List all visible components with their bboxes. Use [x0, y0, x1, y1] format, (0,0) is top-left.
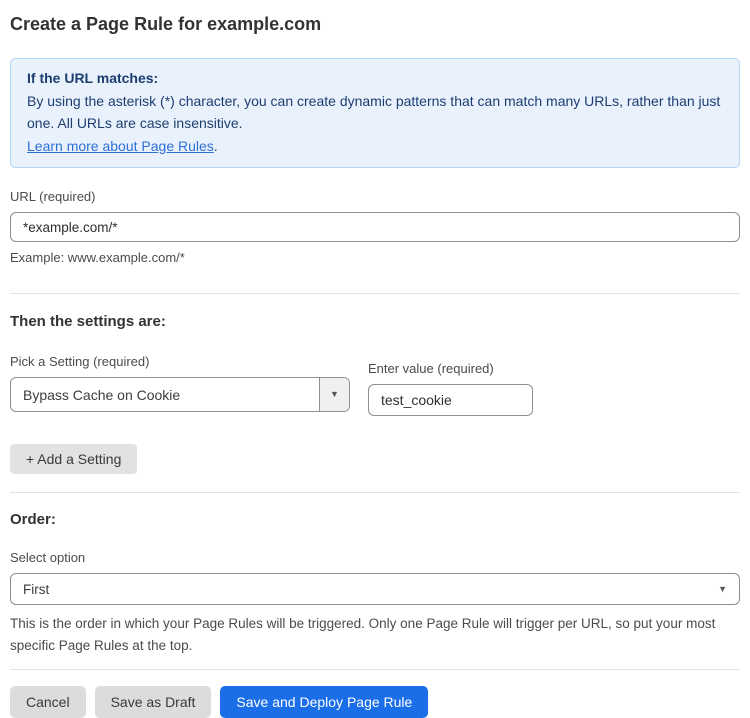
- pick-setting-label: Pick a Setting (required): [10, 354, 350, 369]
- add-setting-button[interactable]: + Add a Setting: [10, 444, 137, 474]
- url-label: URL (required): [10, 189, 740, 204]
- save-draft-button[interactable]: Save as Draft: [95, 686, 212, 718]
- order-select-label: Select option: [10, 550, 740, 565]
- save-deploy-button[interactable]: Save and Deploy Page Rule: [220, 686, 428, 718]
- setting-picker-column: Pick a Setting (required) Bypass Cache o…: [10, 354, 350, 412]
- chevron-down-icon: ▼: [718, 585, 727, 594]
- setting-select-arrow-button[interactable]: ▼: [319, 378, 349, 411]
- section-divider: [10, 492, 740, 493]
- info-box-link-line: Learn more about Page Rules.: [27, 135, 723, 158]
- setting-select-value: Bypass Cache on Cookie: [11, 387, 319, 403]
- url-input[interactable]: [10, 212, 740, 242]
- setting-select[interactable]: Bypass Cache on Cookie ▼: [10, 377, 350, 412]
- info-box-heading: If the URL matches:: [27, 67, 723, 90]
- footer-divider: [10, 669, 740, 670]
- enter-value-label: Enter value (required): [368, 361, 533, 376]
- section-divider: [10, 293, 740, 294]
- url-match-info-box: If the URL matches: By using the asteris…: [10, 58, 740, 168]
- order-select[interactable]: First ▼: [10, 573, 740, 605]
- footer-actions: Cancel Save as Draft Save and Deploy Pag…: [10, 686, 740, 718]
- setting-value-input[interactable]: [368, 384, 533, 416]
- url-example-helper: Example: www.example.com/*: [10, 250, 740, 265]
- settings-row: Pick a Setting (required) Bypass Cache o…: [10, 354, 740, 416]
- create-page-rule-form: Create a Page Rule for example.com If th…: [0, 0, 750, 718]
- order-section-heading: Order:: [10, 511, 740, 528]
- settings-section-heading: Then the settings are:: [10, 313, 740, 330]
- chevron-down-icon: ▼: [330, 390, 339, 399]
- order-select-value: First: [11, 582, 718, 597]
- setting-value-column: Enter value (required): [368, 361, 533, 416]
- link-suffix-text: .: [214, 138, 218, 154]
- cancel-button[interactable]: Cancel: [10, 686, 86, 718]
- page-title: Create a Page Rule for example.com: [10, 14, 740, 35]
- info-box-body: By using the asterisk (*) character, you…: [27, 90, 723, 135]
- order-helper-text: This is the order in which your Page Rul…: [10, 613, 740, 657]
- learn-more-link[interactable]: Learn more about Page Rules: [27, 138, 214, 154]
